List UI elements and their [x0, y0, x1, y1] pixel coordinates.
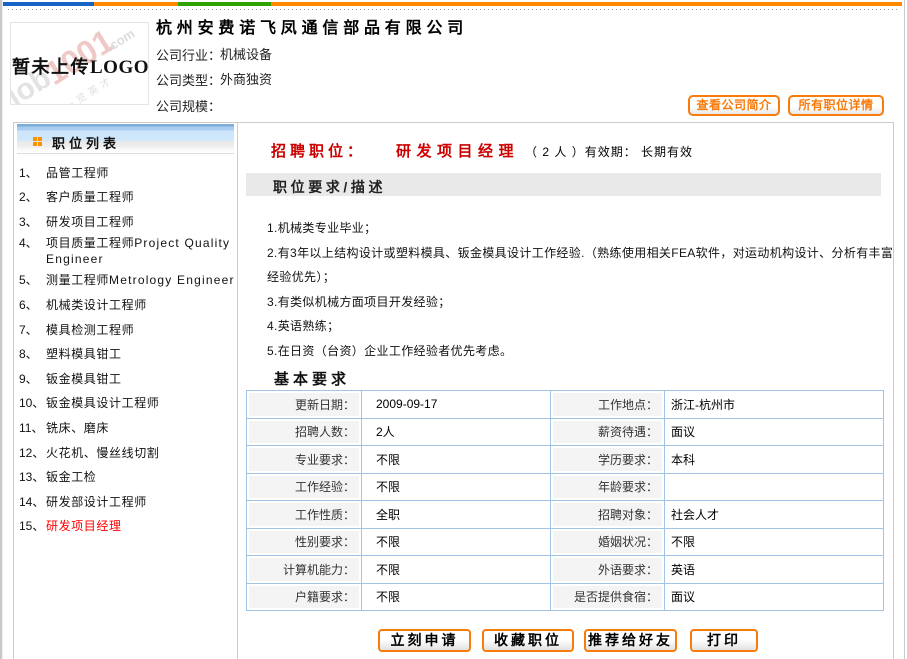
svg-text:.com: .com — [104, 26, 138, 55]
